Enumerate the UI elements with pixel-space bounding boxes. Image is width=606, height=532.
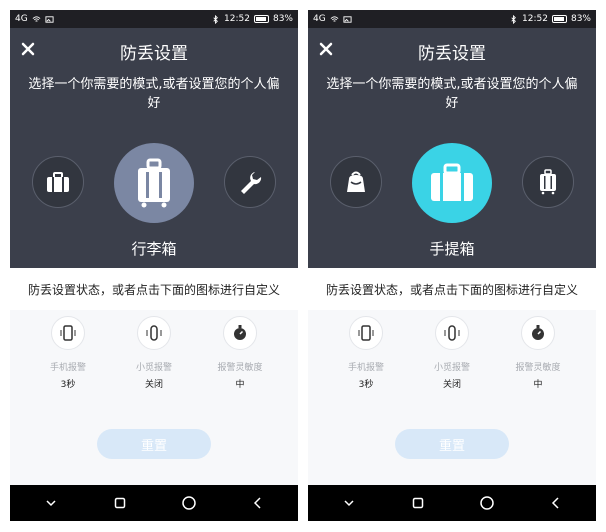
setting-sensitivity[interactable]: 报警灵敏度 中: [498, 316, 578, 390]
phone-screen-handbag: 4G 12:52 83% 防丢设置 选择一个你需要的模式,或者设置您的个人偏好 …: [308, 10, 596, 521]
nav-home-button[interactable]: [475, 491, 499, 515]
phone-screen-luggage: 4G 12:52 83% 防丢设置 选择一个你需要的模式,或者设置您的个人偏好 …: [10, 10, 298, 521]
battery-label: 83%: [570, 14, 591, 24]
nav-back-button[interactable]: [246, 491, 270, 515]
status-bar: 4G 12:52 83%: [10, 10, 298, 28]
setting-band-alarm[interactable]: 小觅报警 关闭: [114, 316, 194, 390]
circle-icon: [181, 496, 196, 510]
settings-row: 手机报警 3秒 小觅报警 关闭 报警灵敏度 中: [10, 310, 298, 395]
backpack-icon: [347, 171, 365, 192]
setting-label: 小觅报警: [135, 363, 172, 373]
image-icon: [343, 15, 352, 23]
battery-icon: [253, 15, 269, 23]
band-vibrate-icon: [444, 325, 460, 341]
back-icon: [253, 497, 261, 509]
mode-panel: 防丢设置 选择一个你需要的模式,或者设置您的个人偏好 手提箱: [308, 28, 596, 268]
page-title: 防丢设置: [120, 44, 188, 64]
setting-label: 手机报警: [347, 363, 384, 373]
nav-down-button[interactable]: [39, 491, 63, 515]
chevron-down-icon: [45, 500, 56, 507]
hint-band: 防丢设置状态，或者点击下面的图标进行自定义: [308, 268, 596, 310]
setting-value: 关闭: [442, 380, 461, 390]
status-bar: 4G 12:52 83%: [308, 10, 596, 28]
handbag-icon: [431, 163, 473, 201]
mode-option-backpack[interactable]: [330, 156, 382, 208]
hint-text: 防丢设置状态，或者点击下面的图标进行自定义: [27, 282, 280, 297]
setting-value: 关闭: [144, 380, 163, 390]
status-time: 12:52: [224, 14, 250, 24]
setting-label: 报警灵敏度: [515, 363, 561, 373]
mode-option-tools[interactable]: [224, 156, 276, 208]
mode-option-briefcase[interactable]: [32, 156, 84, 208]
nav-back-button[interactable]: [544, 491, 568, 515]
button-zone: 重置: [308, 395, 596, 485]
subtitle: 选择一个你需要的模式,或者设置您的个人偏好: [326, 77, 578, 111]
selected-mode-label: 手提箱: [429, 240, 475, 258]
battery-label: 83%: [272, 14, 293, 24]
circle-icon: [479, 496, 494, 510]
chevron-down-icon: [343, 500, 354, 507]
setting-value: 3秒: [358, 380, 374, 390]
setting-sensitivity[interactable]: 报警灵敏度 中: [200, 316, 280, 390]
square-icon: [412, 497, 423, 509]
page-title: 防丢设置: [418, 44, 486, 64]
nav-recents-button[interactable]: [406, 491, 430, 515]
phone-vibrate-icon: [358, 325, 374, 341]
mode-option-selected[interactable]: [114, 143, 194, 223]
nav-home-button[interactable]: [177, 491, 201, 515]
phone-vibrate-icon: [60, 325, 76, 341]
nav-recents-button[interactable]: [108, 491, 132, 515]
nav-bar: [10, 485, 298, 521]
reset-button[interactable]: 重置: [395, 429, 509, 459]
nav-bar: [308, 485, 596, 521]
hint-band: 防丢设置状态，或者点击下面的图标进行自定义: [10, 268, 298, 310]
mode-panel: 防丢设置 选择一个你需要的模式,或者设置您的个人偏好 行李箱: [10, 28, 298, 268]
back-icon: [551, 497, 559, 509]
setting-value: 中: [235, 380, 245, 390]
sensitivity-dial-icon: [234, 325, 246, 340]
button-zone: 重置: [10, 395, 298, 485]
mode-option-selected[interactable]: [412, 143, 492, 223]
square-icon: [114, 497, 125, 509]
status-time: 12:52: [522, 14, 548, 24]
selected-mode-label: 行李箱: [131, 240, 177, 258]
setting-value: 中: [533, 380, 543, 390]
settings-row: 手机报警 3秒 小觅报警 关闭 报警灵敏度 中: [308, 310, 596, 395]
hint-text: 防丢设置状态，或者点击下面的图标进行自定义: [325, 282, 578, 297]
mode-option-luggage[interactable]: [522, 156, 574, 208]
wrench-icon: [241, 172, 262, 194]
setting-label: 报警灵敏度: [217, 363, 263, 373]
sensitivity-dial-icon: [532, 325, 544, 340]
setting-phone-alarm[interactable]: 手机报警 3秒: [326, 316, 406, 390]
wifi-icon: [32, 15, 41, 22]
nav-down-button[interactable]: [337, 491, 361, 515]
luggage-icon: [540, 169, 556, 195]
setting-band-alarm[interactable]: 小觅报警 关闭: [412, 316, 492, 390]
luggage-icon: [138, 158, 170, 208]
setting-label: 小觅报警: [433, 363, 470, 373]
setting-value: 3秒: [60, 380, 76, 390]
setting-label: 手机报警: [49, 363, 86, 373]
band-vibrate-icon: [146, 325, 162, 341]
briefcase-icon: [47, 172, 69, 192]
battery-icon: [551, 15, 567, 23]
wifi-icon: [330, 15, 339, 22]
signal-label: 4G: [15, 14, 28, 24]
bluetooth-icon: [511, 14, 516, 24]
bluetooth-icon: [213, 14, 218, 24]
subtitle: 选择一个你需要的模式,或者设置您的个人偏好: [28, 77, 280, 111]
signal-label: 4G: [313, 14, 326, 24]
reset-button[interactable]: 重置: [97, 429, 211, 459]
setting-phone-alarm[interactable]: 手机报警 3秒: [28, 316, 108, 390]
image-icon: [45, 15, 54, 23]
